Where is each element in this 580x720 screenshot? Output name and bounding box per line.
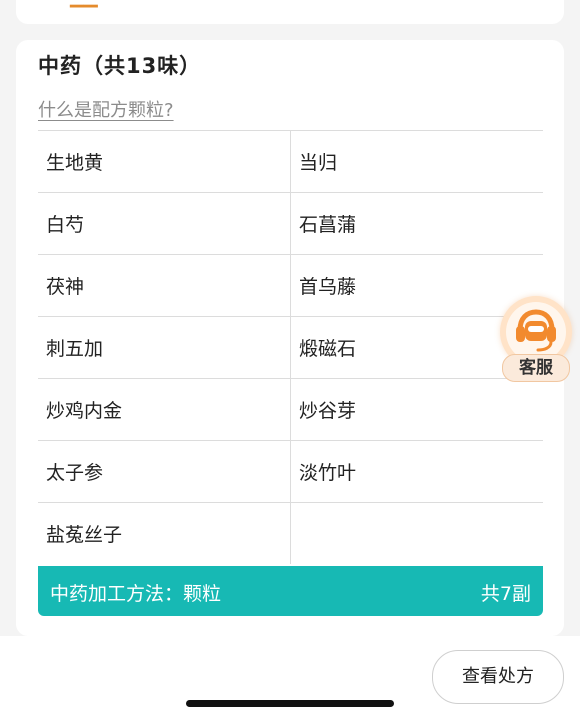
service-label: 客服 <box>502 354 570 382</box>
herb-cell: 炒谷芽 <box>290 378 543 441</box>
herb-cell: 淡竹叶 <box>290 440 543 503</box>
herbs-card: 中药（共13味） 什么是配方颗粒? 生地黄 当归 白芍 石菖蒲 茯神 首乌藤 刺… <box>16 40 564 636</box>
herb-cell: 茯神 <box>38 254 291 317</box>
table-row: 盐菟丝子 <box>38 502 543 564</box>
table-row: 炒鸡内金 炒谷芽 <box>38 378 543 441</box>
table-row: 刺五加 煅磁石 <box>38 316 543 379</box>
table-row: 太子参 淡竹叶 <box>38 440 543 503</box>
herb-cell: 炒鸡内金 <box>38 378 291 441</box>
previous-card: ▁▁ <box>16 0 564 24</box>
herb-cell: 生地黄 <box>38 130 291 193</box>
table-row: 茯神 首乌藤 <box>38 254 543 317</box>
section-title: 中药（共13味） <box>38 54 202 78</box>
processing-method-label: 中药加工方法：颗粒 <box>50 583 222 605</box>
herb-cell: 刺五加 <box>38 316 291 379</box>
herb-cell: 白芍 <box>38 192 291 255</box>
herb-cell-empty <box>290 502 543 564</box>
herb-cell: 当归 <box>290 130 543 193</box>
formula-granule-help-link[interactable]: 什么是配方颗粒? <box>38 96 174 122</box>
herb-cell: 太子参 <box>38 440 291 503</box>
table-row: 白芍 石菖蒲 <box>38 192 543 255</box>
herb-cell: 盐菟丝子 <box>38 502 291 564</box>
home-indicator[interactable] <box>186 700 394 707</box>
cutoff-text-1: ▁▁ <box>70 0 98 8</box>
bottom-bar: 查看处方 <box>0 636 580 720</box>
herb-cell: 石菖蒲 <box>290 192 543 255</box>
customer-service-button[interactable]: 客服 <box>498 296 574 384</box>
table-row: 生地黄 当归 <box>38 130 543 193</box>
processing-method-bar: 中药加工方法：颗粒 共7副 <box>38 566 543 616</box>
view-prescription-button[interactable]: 查看处方 <box>432 650 564 704</box>
herb-table: 生地黄 当归 白芍 石菖蒲 茯神 首乌藤 刺五加 煅磁石 炒鸡内金 炒谷芽 太子… <box>38 130 543 564</box>
headset-icon <box>516 309 556 352</box>
dose-count: 共7副 <box>480 583 531 605</box>
